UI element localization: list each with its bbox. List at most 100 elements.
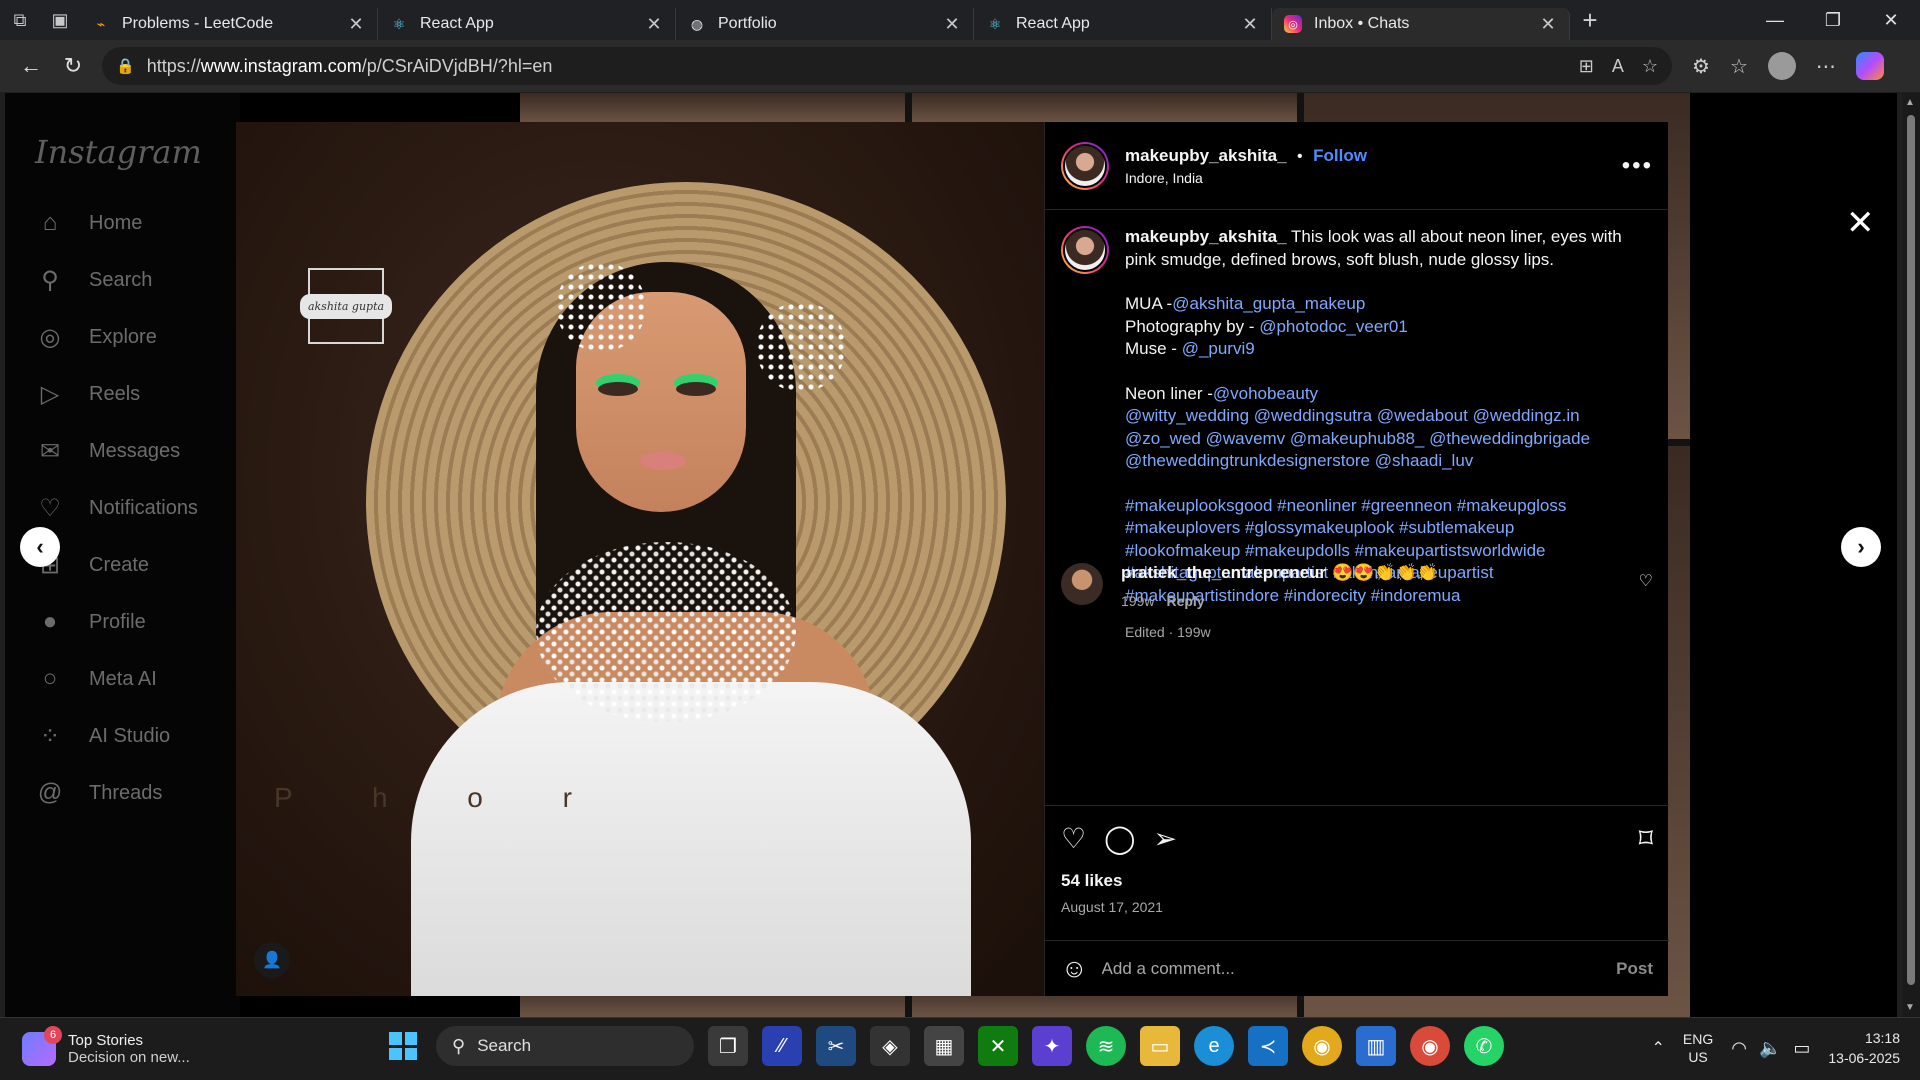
minimize-icon[interactable]: — bbox=[1746, 10, 1804, 31]
mention-link[interactable]: @_purvi9 bbox=[1182, 339, 1255, 358]
restore-icon[interactable]: ❐ bbox=[1804, 10, 1862, 31]
sidebar-item-meta-ai[interactable]: ○ Meta AI bbox=[35, 664, 157, 694]
lock-icon[interactable]: 🔒 bbox=[116, 57, 135, 75]
system-clock[interactable]: 13:18 13-06-2025 bbox=[1828, 1028, 1900, 1068]
address-bar[interactable]: 🔒 https://www.instagram.com/p/CSrAiDVjdB… bbox=[102, 47, 1672, 85]
sidebar-item-home[interactable]: ⌂ Home bbox=[35, 208, 143, 238]
mention-link[interactable]: @vohobeauty bbox=[1213, 384, 1318, 403]
author-avatar[interactable] bbox=[1061, 141, 1109, 190]
unity-icon[interactable]: ◈ bbox=[870, 1026, 910, 1066]
follow-button[interactable]: Follow bbox=[1313, 146, 1367, 165]
app-available-icon[interactable]: ⊞ bbox=[1579, 56, 1594, 77]
vs-app-icon[interactable]: ⁄⁄ bbox=[762, 1026, 802, 1066]
close-tab-icon[interactable]: ✕ bbox=[347, 14, 365, 35]
more-options-icon[interactable]: ⋯ bbox=[1816, 54, 1836, 79]
commenter-username[interactable]: pratiek_the_entrepreneur bbox=[1121, 563, 1326, 582]
hashtag-links[interactable]: #lookofmakeup #makeupdolls #makeupartist… bbox=[1125, 540, 1645, 563]
previous-post-arrow-icon[interactable]: ‹ bbox=[20, 527, 60, 567]
close-tab-icon[interactable]: ✕ bbox=[1539, 14, 1557, 35]
microsoft-store-icon[interactable]: ▦ bbox=[924, 1026, 964, 1066]
hashtag-links[interactable]: #makeuplooksgood #neonliner #greenneon #… bbox=[1125, 495, 1645, 518]
sidebar-item-search[interactable]: ⚲ Search bbox=[35, 265, 152, 295]
post-comment-button[interactable]: Post bbox=[1616, 959, 1653, 979]
copilot-app-icon[interactable]: ✦ bbox=[1032, 1026, 1072, 1066]
hashtag-links[interactable]: #makeuplovers #glossymakeuplook #subtlem… bbox=[1125, 517, 1645, 540]
tab-portfolio[interactable]: ◍ Portfolio ✕ bbox=[676, 8, 974, 40]
windows-start-icon[interactable] bbox=[384, 1027, 422, 1065]
commenter-avatar[interactable] bbox=[1061, 563, 1103, 605]
wifi-icon[interactable]: ◠ bbox=[1731, 1038, 1747, 1059]
refresh-icon[interactable]: ↻ bbox=[52, 46, 94, 86]
tagged-user-icon[interactable]: 👤 bbox=[254, 942, 290, 978]
snipping-tool-icon[interactable]: ✂ bbox=[816, 1026, 856, 1066]
scroll-up-icon[interactable]: ▲ bbox=[1905, 97, 1915, 108]
mention-link[interactable]: @photodoc_veer01 bbox=[1259, 317, 1408, 336]
battery-icon[interactable]: ▭ bbox=[1793, 1038, 1810, 1059]
back-icon[interactable]: ← bbox=[10, 46, 52, 86]
next-post-arrow-icon[interactable]: › bbox=[1841, 527, 1881, 567]
sidebar-item-profile[interactable]: ● Profile bbox=[35, 607, 146, 637]
caption-username[interactable]: makeupby_akshita_ bbox=[1125, 227, 1287, 246]
news-widget[interactable]: 6 Top Stories Decision on new... bbox=[0, 1026, 300, 1066]
mention-link[interactable]: @akshita_gupta_makeup bbox=[1172, 294, 1365, 313]
share-send-icon[interactable]: ➢ bbox=[1153, 822, 1176, 855]
whatsapp-icon[interactable]: ✆ bbox=[1464, 1026, 1504, 1066]
read-aloud-icon[interactable]: A bbox=[1612, 56, 1624, 77]
post-location[interactable]: Indore, India bbox=[1125, 170, 1367, 186]
comment-like-heart-icon[interactable]: ♡ bbox=[1639, 571, 1653, 609]
more-options-icon[interactable]: ••• bbox=[1622, 152, 1653, 180]
close-tab-icon[interactable]: ✕ bbox=[943, 14, 961, 35]
comment-input[interactable] bbox=[1101, 958, 1617, 979]
sidebar-item-notifications[interactable]: ♡ Notifications bbox=[35, 493, 198, 523]
scroll-down-icon[interactable]: ▼ bbox=[1905, 1002, 1915, 1013]
app-icon[interactable]: ▥ bbox=[1356, 1026, 1396, 1066]
page-scrollbar[interactable]: ▲ ▼ bbox=[1902, 93, 1920, 1017]
mention-links[interactable]: @zo_wed @wavemv @makeuphub88_ @theweddin… bbox=[1125, 428, 1645, 451]
taskbar-search[interactable]: ⚲ Search bbox=[436, 1026, 694, 1066]
sidebar-item-threads[interactable]: @ Threads bbox=[35, 778, 163, 808]
copilot-icon[interactable] bbox=[1855, 52, 1884, 80]
tab-instagram[interactable]: ◎ Inbox • Chats ✕ bbox=[1272, 8, 1570, 40]
likes-count[interactable]: 54 likes bbox=[1061, 871, 1653, 891]
spotify-icon[interactable]: ≋ bbox=[1086, 1026, 1126, 1066]
sidebar-item-reels[interactable]: ▷ Reels bbox=[35, 379, 140, 409]
tab-react-app-1[interactable]: ⚛ React App ✕ bbox=[378, 8, 676, 40]
scrollbar-thumb[interactable] bbox=[1907, 115, 1915, 985]
instagram-logo[interactable]: Instagram bbox=[35, 133, 202, 171]
mention-links[interactable]: @witty_wedding @weddingsutra @wedabout @… bbox=[1125, 405, 1645, 428]
extensions-icon[interactable]: ⚙ bbox=[1692, 54, 1710, 79]
sidebar-item-messages[interactable]: ✉ Messages bbox=[35, 436, 180, 466]
close-tab-icon[interactable]: ✕ bbox=[645, 14, 663, 35]
like-heart-icon[interactable]: ♡ bbox=[1061, 822, 1086, 855]
close-tab-icon[interactable]: ✕ bbox=[1241, 14, 1259, 35]
chrome-profile-icon[interactable]: ◉ bbox=[1410, 1026, 1450, 1066]
save-bookmark-icon[interactable]: ⌑ bbox=[1639, 822, 1653, 855]
chrome-icon[interactable]: ◉ bbox=[1302, 1026, 1342, 1066]
reply-button[interactable]: Reply bbox=[1166, 593, 1204, 609]
sidebar-item-ai-studio[interactable]: ⁘ AI Studio bbox=[35, 721, 170, 751]
task-view-icon[interactable]: ❐ bbox=[708, 1026, 748, 1066]
profile-avatar[interactable] bbox=[1767, 52, 1796, 80]
mention-links[interactable]: @theweddingtrunkdesignerstore @shaadi_lu… bbox=[1125, 450, 1645, 473]
xbox-icon[interactable]: ✕ bbox=[978, 1026, 1018, 1066]
file-explorer-icon[interactable]: ▭ bbox=[1140, 1026, 1180, 1066]
tab-leetcode[interactable]: ⌁ Problems - LeetCode ✕ bbox=[80, 8, 378, 40]
tab-react-app-2[interactable]: ⚛ React App ✕ bbox=[974, 8, 1272, 40]
emoji-icon[interactable]: ☺ bbox=[1061, 953, 1088, 984]
new-tab-button[interactable]: + bbox=[1570, 5, 1610, 36]
comment-bubble-icon[interactable]: ◯ bbox=[1104, 822, 1135, 855]
show-hidden-icons-chevron-up-icon[interactable]: ⌃ bbox=[1651, 1038, 1664, 1058]
tab-actions-icon[interactable]: ▣ bbox=[40, 0, 80, 40]
language-indicator[interactable]: ENG US bbox=[1683, 1030, 1713, 1066]
close-window-icon[interactable]: ✕ bbox=[1862, 10, 1920, 31]
vscode-icon[interactable]: ≺ bbox=[1248, 1026, 1288, 1066]
author-username[interactable]: makeupby_akshita_ bbox=[1125, 146, 1287, 165]
caption-author-avatar[interactable] bbox=[1061, 226, 1109, 274]
close-modal-icon[interactable]: ✕ bbox=[1846, 203, 1875, 243]
edge-icon[interactable]: e bbox=[1194, 1026, 1234, 1066]
sidebar-item-explore[interactable]: ◎ Explore bbox=[35, 322, 157, 352]
volume-icon[interactable]: 🔈 bbox=[1759, 1038, 1781, 1059]
workspaces-icon[interactable]: ⧉ bbox=[0, 0, 40, 40]
favorites-icon[interactable]: ☆ bbox=[1730, 54, 1748, 79]
favorite-star-icon[interactable]: ☆ bbox=[1642, 56, 1658, 77]
